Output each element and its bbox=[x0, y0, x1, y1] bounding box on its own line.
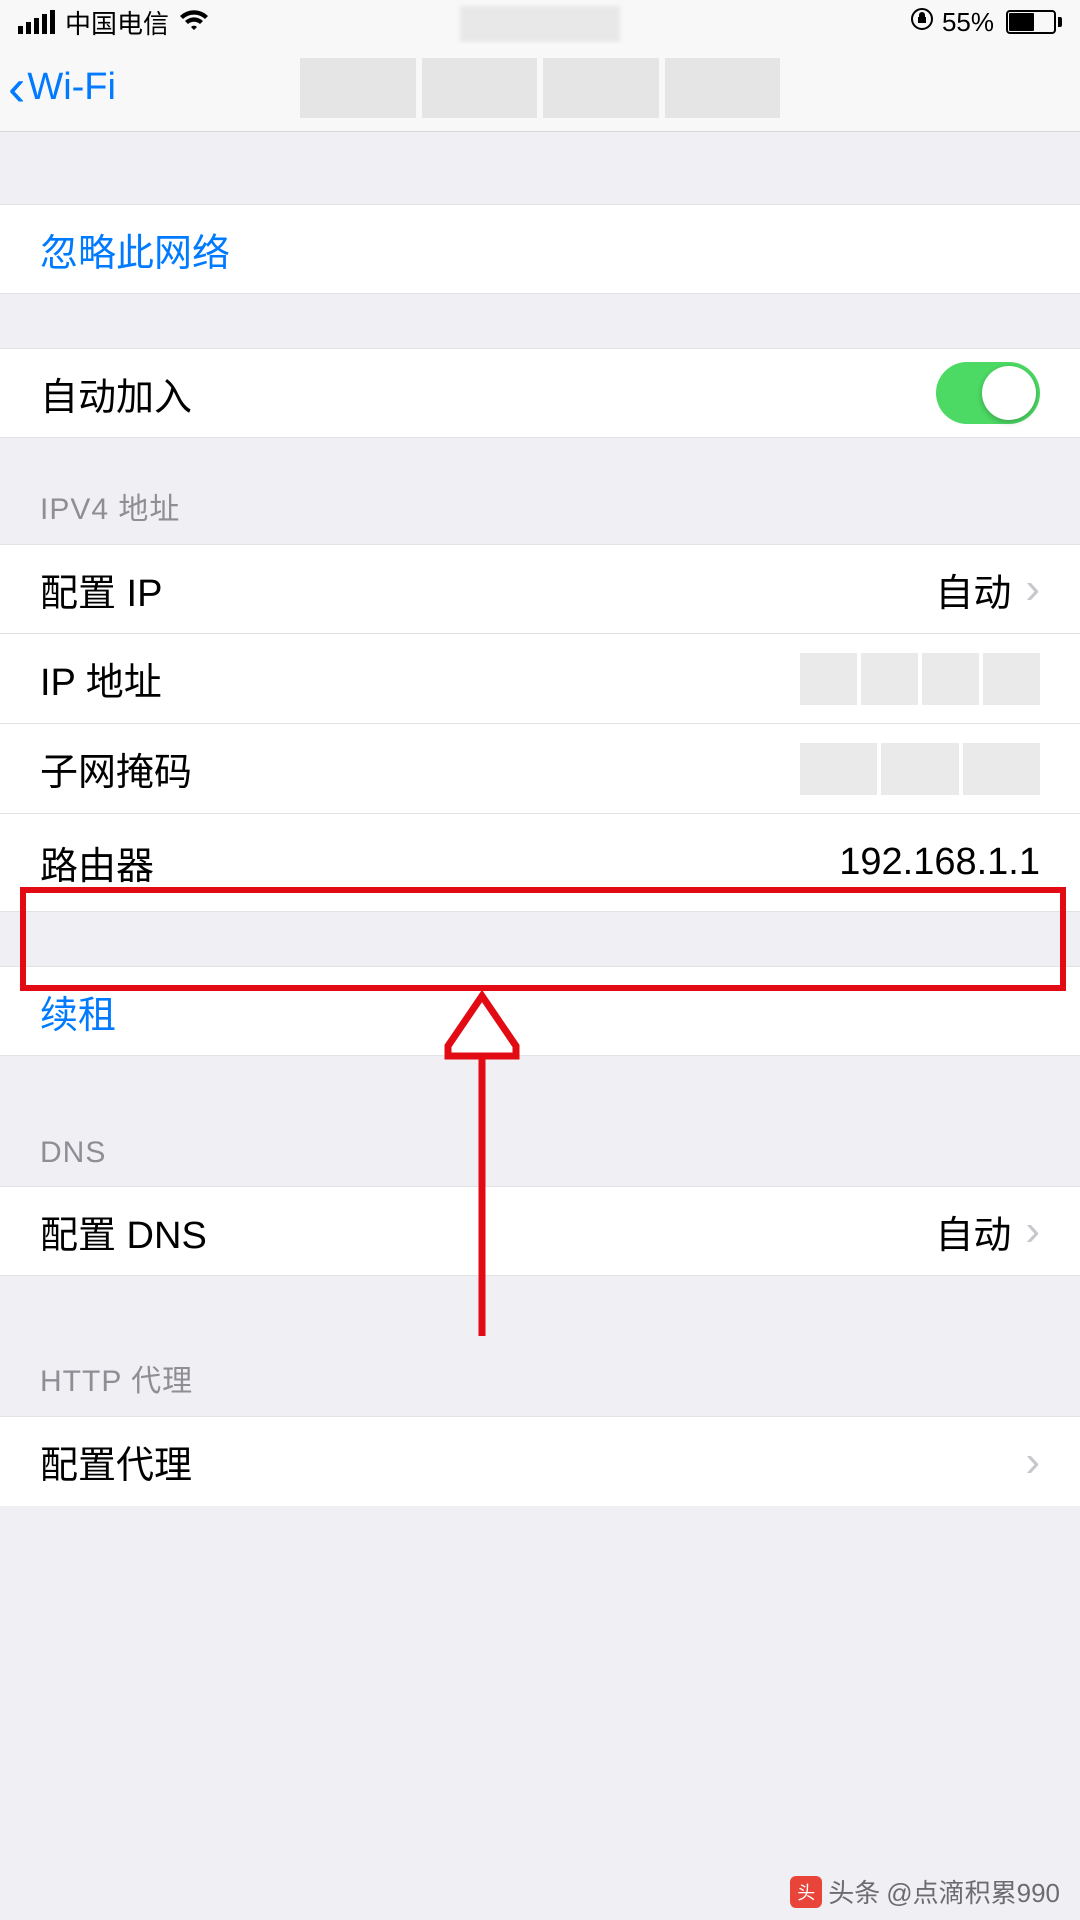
watermark-badge-icon: 头 bbox=[790, 1876, 822, 1908]
dns-section-header: DNS bbox=[0, 1056, 1080, 1186]
watermark-text: @点滴积累990 bbox=[886, 1873, 1060, 1910]
spacer bbox=[0, 132, 1080, 204]
wifi-icon bbox=[179, 7, 209, 38]
subnet-mask-label: 子网掩码 bbox=[40, 741, 192, 796]
auto-join-label: 自动加入 bbox=[40, 366, 192, 421]
status-time-redacted bbox=[460, 6, 620, 42]
chevron-right-icon: › bbox=[1025, 564, 1040, 614]
nav-title-redacted bbox=[300, 58, 780, 118]
chevron-right-icon: › bbox=[1025, 1437, 1040, 1487]
forget-network-cell[interactable]: 忽略此网络 bbox=[0, 204, 1080, 294]
back-button[interactable]: ‹ Wi-Fi bbox=[8, 62, 116, 114]
auto-join-toggle[interactable] bbox=[936, 362, 1040, 424]
configure-ip-cell[interactable]: 配置 IP 自动 › bbox=[0, 544, 1080, 634]
spacer bbox=[0, 294, 1080, 348]
configure-proxy-cell[interactable]: 配置代理 › bbox=[0, 1416, 1080, 1506]
configure-dns-value: 自动 bbox=[935, 1204, 1011, 1259]
router-value: 192.168.1.1 bbox=[839, 841, 1040, 884]
configure-ip-label: 配置 IP bbox=[40, 562, 162, 617]
renew-lease-label: 续租 bbox=[40, 984, 116, 1039]
carrier-label: 中国电信 bbox=[65, 4, 169, 41]
configure-ip-value-wrap: 自动 › bbox=[935, 562, 1040, 617]
router-label: 路由器 bbox=[40, 835, 154, 890]
configure-dns-label: 配置 DNS bbox=[40, 1204, 207, 1259]
subnet-mask-value-redacted bbox=[800, 743, 1040, 795]
chevron-right-icon: › bbox=[1025, 1206, 1040, 1256]
ipv4-section-header: IPV4 地址 bbox=[0, 438, 1080, 544]
chevron-left-icon: ‹ bbox=[8, 62, 25, 114]
status-right: 55% bbox=[910, 7, 1062, 38]
configure-proxy-label: 配置代理 bbox=[40, 1434, 192, 1489]
navigation-bar: ‹ Wi-Fi bbox=[0, 44, 1080, 132]
renew-lease-cell[interactable]: 续租 bbox=[0, 966, 1080, 1056]
status-bar: 中国电信 55% bbox=[0, 0, 1080, 44]
configure-dns-value-wrap: 自动 › bbox=[935, 1204, 1040, 1259]
watermark: 头 头条 @点滴积累990 bbox=[790, 1873, 1060, 1910]
ip-address-value-redacted bbox=[800, 653, 1040, 705]
watermark-prefix: 头条 bbox=[828, 1873, 880, 1910]
forget-network-label: 忽略此网络 bbox=[40, 222, 230, 277]
orientation-lock-icon bbox=[910, 7, 934, 38]
toggle-knob bbox=[982, 366, 1036, 420]
back-label: Wi-Fi bbox=[27, 66, 116, 109]
auto-join-cell: 自动加入 bbox=[0, 348, 1080, 438]
ip-address-cell: IP 地址 bbox=[0, 634, 1080, 724]
configure-ip-value: 自动 bbox=[935, 562, 1011, 617]
ip-address-label: IP 地址 bbox=[40, 651, 162, 706]
configure-dns-cell[interactable]: 配置 DNS 自动 › bbox=[0, 1186, 1080, 1276]
battery-icon bbox=[1002, 10, 1062, 34]
spacer bbox=[0, 912, 1080, 966]
configure-proxy-value-wrap: › bbox=[1025, 1437, 1040, 1487]
subnet-mask-cell: 子网掩码 bbox=[0, 724, 1080, 814]
battery-percent: 55% bbox=[942, 7, 994, 38]
router-cell: 路由器 192.168.1.1 bbox=[0, 814, 1080, 912]
status-left: 中国电信 bbox=[18, 4, 209, 41]
http-proxy-section-header: HTTP 代理 bbox=[0, 1276, 1080, 1416]
cellular-signal-icon bbox=[18, 10, 55, 34]
